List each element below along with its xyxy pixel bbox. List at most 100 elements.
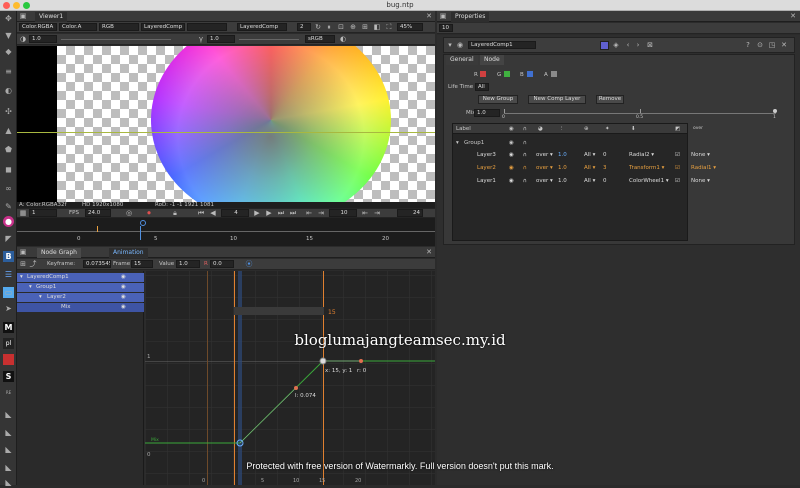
layer-source[interactable]: ColorWheel1 ▾: [629, 176, 669, 186]
proxy-icon[interactable]: ▦: [19, 209, 27, 217]
tree-item-layeredcomp[interactable]: ▾ LayeredComp1 ◉: [17, 273, 144, 282]
gamma-field[interactable]: 1.0: [207, 35, 235, 43]
pen-icon[interactable]: ✎: [3, 201, 14, 212]
proxy-field[interactable]: 1: [29, 209, 57, 217]
layer-mix[interactable]: 1.0: [558, 150, 567, 160]
layer-mask-checkbox[interactable]: ☑: [675, 163, 680, 173]
tool-extra-1-icon[interactable]: ◣: [3, 409, 14, 420]
last-frame-icon[interactable]: ⏭: [289, 209, 297, 217]
redo-icon[interactable]: ›: [634, 41, 642, 49]
keyer-icon[interactable]: ⬟: [3, 144, 14, 155]
undo-icon[interactable]: ‹: [624, 41, 632, 49]
end-frame-field[interactable]: 24: [397, 209, 423, 217]
layer-source[interactable]: Transform1 ▾: [629, 163, 664, 173]
tree-item-layer[interactable]: ▾ Layer2 ◉: [17, 293, 144, 302]
layer-solo-icon[interactable]: ∩: [523, 150, 527, 160]
layer-row[interactable]: Layer2 ◉ ∩ over ▾ 1.0 All ▾ 3 Transform1 ▾ ☑ Radi…: [453, 163, 716, 173]
panel-menu-icon[interactable]: ▣: [19, 12, 27, 20]
clip-icon[interactable]: ⊡: [337, 23, 345, 31]
wipe-icon[interactable]: ◧: [373, 23, 381, 31]
node-color-swatch[interactable]: [600, 41, 609, 50]
time-icon[interactable]: ◤: [3, 233, 14, 244]
float-icon[interactable]: ◳: [768, 41, 776, 49]
refresh-icon[interactable]: ↻: [314, 23, 322, 31]
group-solo-icon[interactable]: ∩: [523, 138, 527, 148]
channel-a-checkbox[interactable]: [551, 71, 557, 77]
out-point-icon[interactable]: ⇥: [373, 209, 381, 217]
group-row-toggle-icon[interactable]: ▾: [456, 138, 459, 148]
layer-visible-icon[interactable]: ◉: [509, 176, 514, 186]
key-snap-icon[interactable]: ⦿: [245, 260, 253, 268]
remove-button[interactable]: Remove: [596, 95, 624, 104]
mix-field[interactable]: 1.0: [474, 109, 500, 117]
layer-source[interactable]: Radial2 ▾: [629, 150, 654, 160]
layer-visible-icon[interactable]: ◉: [509, 163, 514, 173]
visible-eye-icon[interactable]: ◉: [121, 283, 126, 292]
in-point-icon[interactable]: ⇤: [361, 209, 369, 217]
play-icon[interactable]: ▶: [253, 209, 261, 217]
life-time-select[interactable]: All: [475, 83, 489, 91]
lut-select[interactable]: sRGB: [305, 35, 335, 43]
tab-general[interactable]: General: [446, 55, 478, 65]
group-visible-icon[interactable]: ◉: [509, 138, 514, 148]
layer-row[interactable]: Layer1 ◉ ∩ over ▾ 1.0 All ▾ 0 ColorWheel1 ▾ ☑ Non…: [453, 176, 710, 186]
colorspace-select[interactable]: RGB: [99, 23, 139, 31]
tool-extra-2-icon[interactable]: ◣: [3, 427, 14, 438]
tool-extra-5-icon[interactable]: ◣: [3, 477, 14, 488]
tab-node-graph[interactable]: Node Graph: [37, 248, 81, 258]
value-field[interactable]: 1.0: [176, 260, 200, 268]
tab-properties[interactable]: Properties: [451, 12, 490, 22]
fit-icon[interactable]: ⛶: [385, 23, 393, 31]
zoom-select[interactable]: 45%: [397, 23, 423, 31]
close-node-icon[interactable]: ✕: [780, 41, 788, 49]
layer-op[interactable]: over ▾: [536, 150, 553, 160]
layer-op[interactable]: over ▾: [536, 176, 553, 186]
merge-icon[interactable]: ◆: [3, 46, 14, 57]
layer-lt[interactable]: 0: [603, 150, 607, 160]
tree-toggle-icon[interactable]: ▾: [20, 273, 23, 282]
step-field[interactable]: 10: [329, 209, 357, 217]
next-frame-icon[interactable]: ⏭: [277, 209, 285, 217]
visible-eye-icon[interactable]: ◉: [121, 303, 126, 312]
plugin-s-icon[interactable]: S: [3, 371, 14, 382]
channel-b-checkbox[interactable]: [527, 71, 533, 77]
tool-extra-3-icon[interactable]: ◣: [3, 444, 14, 455]
close-panel-icon[interactable]: ✕: [789, 12, 797, 20]
alpha-select[interactable]: Color.A: [59, 23, 97, 31]
layer-solo-icon[interactable]: ∩: [523, 163, 527, 173]
layer-mix[interactable]: 1.0: [558, 176, 567, 186]
paint-icon[interactable]: ●: [3, 216, 14, 227]
close-panel-icon[interactable]: ✕: [425, 12, 433, 20]
layer-chan[interactable]: All ▾: [584, 150, 595, 160]
channels-select[interactable]: Color.RGBA: [19, 23, 57, 31]
group-row[interactable]: Group1: [464, 138, 484, 148]
layer-mix[interactable]: 1.0: [558, 163, 567, 173]
step-fwd-icon[interactable]: ⇥: [317, 209, 325, 217]
blur-icon[interactable]: ◐: [3, 85, 14, 96]
playhead-handle[interactable]: [140, 220, 146, 226]
layer-lt[interactable]: 0: [603, 176, 607, 186]
plugin-red-icon[interactable]: [3, 354, 14, 365]
lock-icon[interactable]: 🔒︎: [171, 209, 179, 217]
keyframe-selected[interactable]: [319, 357, 327, 365]
mix-slider-handle[interactable]: [773, 109, 777, 113]
plugin-b-icon[interactable]: B: [3, 251, 14, 262]
plugin-misc-icon[interactable]: RE: [3, 387, 14, 398]
close-panel-icon[interactable]: ✕: [425, 248, 433, 256]
right-tangent-handle[interactable]: [359, 359, 363, 363]
gain-slider[interactable]: [61, 39, 171, 40]
visible-eye-icon[interactable]: ◉: [121, 273, 126, 282]
tab-animation[interactable]: Animation: [109, 248, 148, 258]
layer-chan[interactable]: All ▾: [584, 176, 595, 186]
layer-op[interactable]: over ▾: [536, 163, 553, 173]
merge-mode-select[interactable]: [187, 23, 227, 31]
layer-visible-icon[interactable]: ◉: [509, 150, 514, 160]
tree-toggle-icon[interactable]: ▾: [29, 283, 32, 292]
mix-slider[interactable]: [504, 113, 776, 114]
plugin-stack-icon[interactable]: ☰: [3, 269, 14, 280]
layer-mask[interactable]: None ▾: [691, 150, 710, 160]
zoom-level-select[interactable]: 2: [297, 23, 311, 31]
playhead[interactable]: [140, 226, 141, 240]
first-frame-icon[interactable]: ⏮: [197, 209, 205, 217]
layer-mask-checkbox[interactable]: ☑: [675, 176, 680, 186]
